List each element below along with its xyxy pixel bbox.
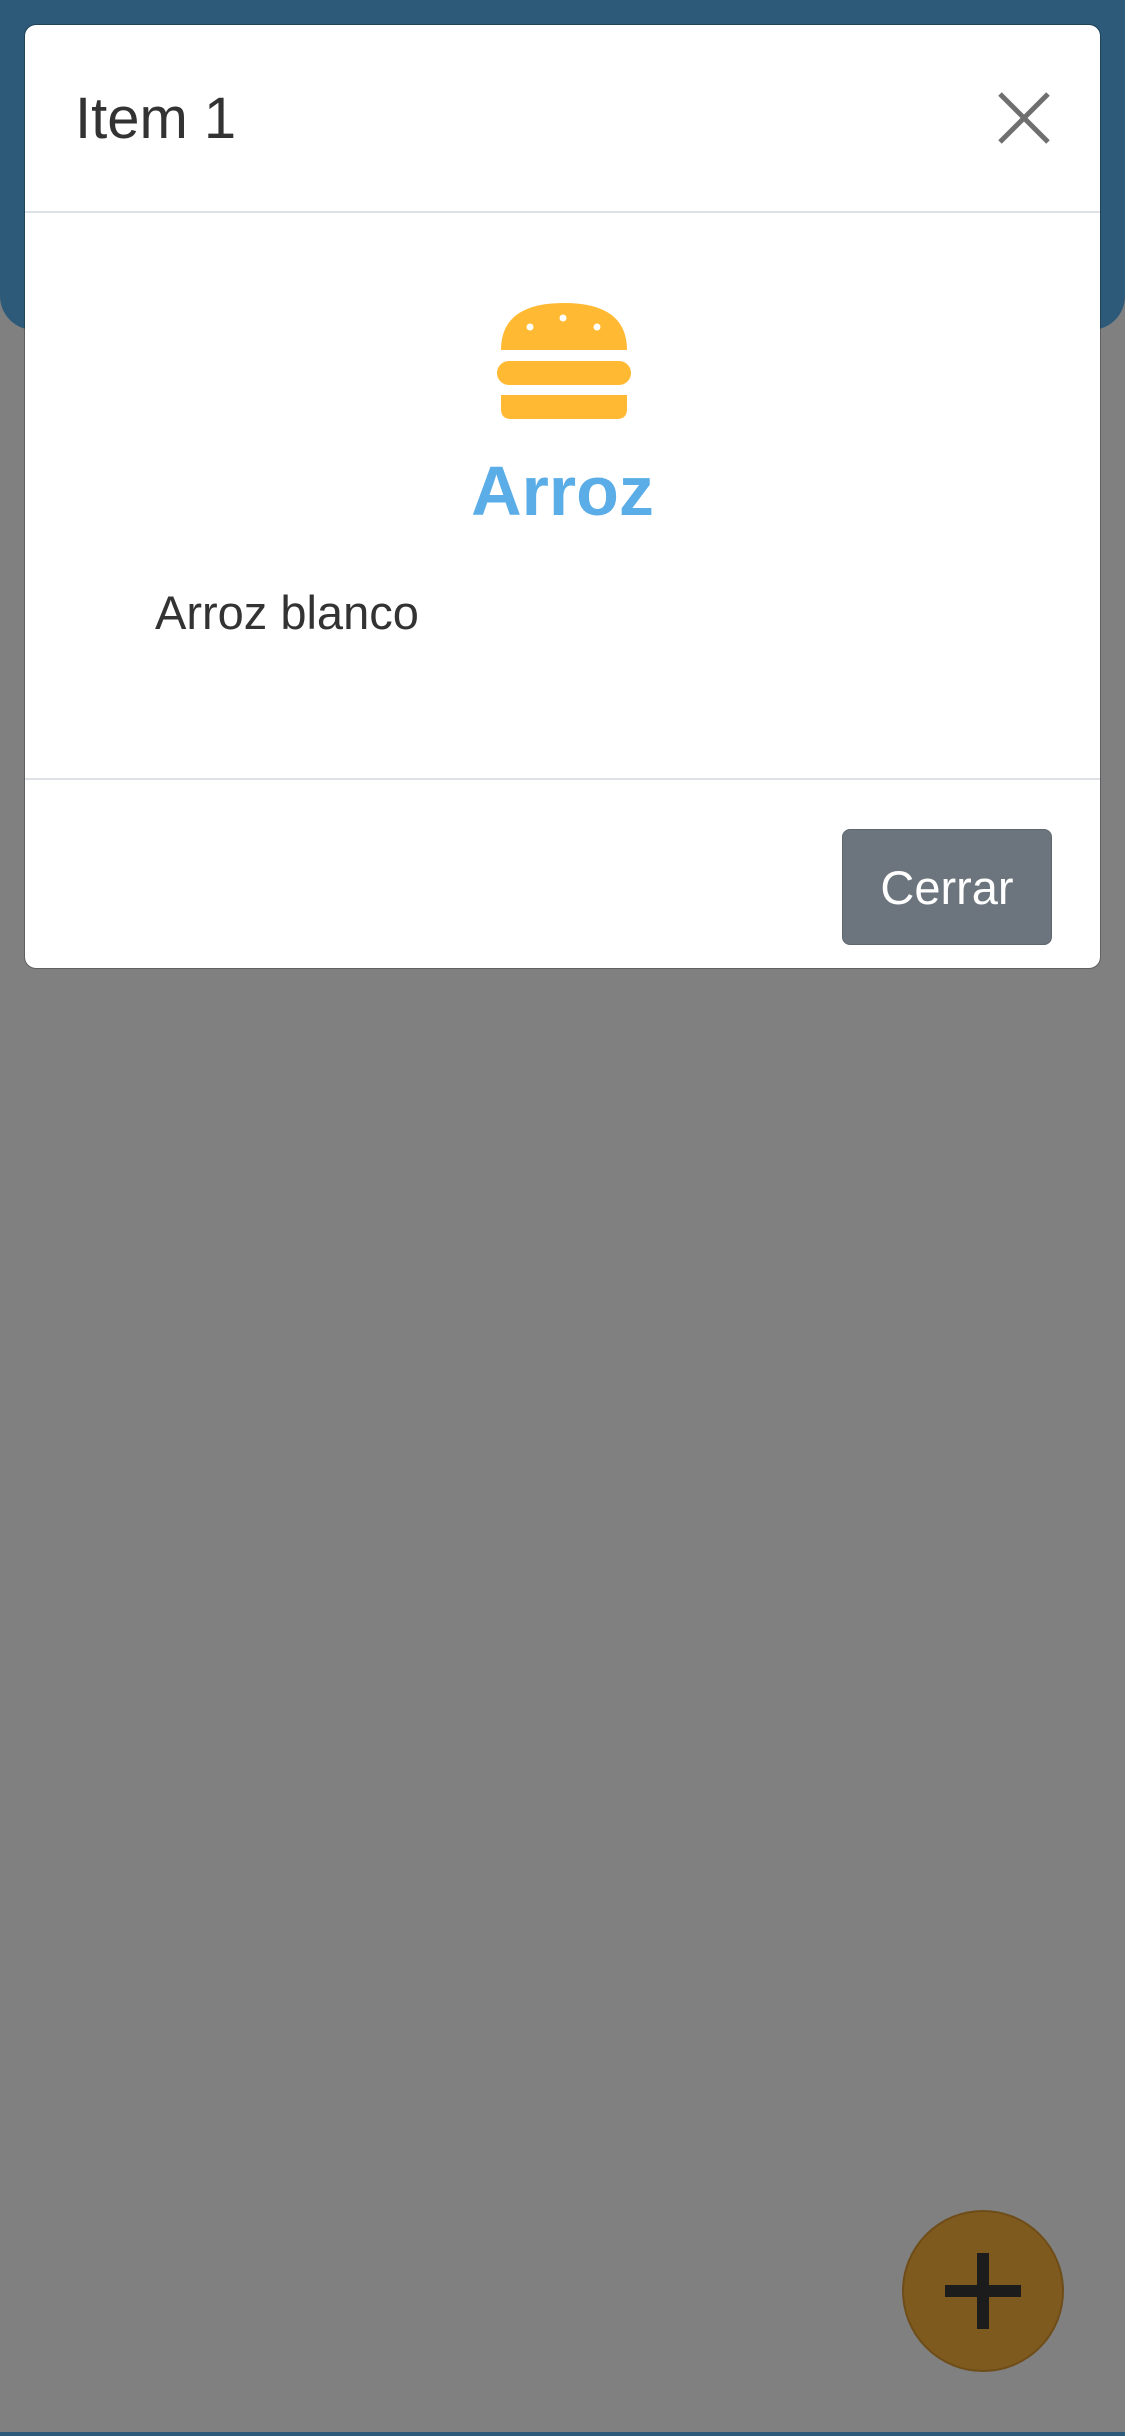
close-button[interactable] bbox=[993, 87, 1055, 149]
item-description: Arroz blanco bbox=[155, 586, 419, 639]
plus-icon bbox=[945, 2253, 1021, 2329]
item-name: Arroz bbox=[471, 452, 654, 530]
modal-footer: Cerrar bbox=[25, 780, 1100, 968]
modal-body: Arroz Arroz blanco bbox=[25, 213, 1100, 780]
add-button[interactable] bbox=[902, 2210, 1064, 2372]
close-icon bbox=[998, 92, 1050, 144]
modal-header: Item 1 bbox=[25, 25, 1100, 213]
hamburger-icon bbox=[497, 303, 631, 419]
cerrar-button[interactable]: Cerrar bbox=[842, 829, 1052, 945]
item-modal: Item 1 Arroz Arroz blanco Cerrar bbox=[25, 25, 1100, 968]
modal-title: Item 1 bbox=[75, 86, 237, 151]
bottom-bar bbox=[0, 2432, 1125, 2436]
